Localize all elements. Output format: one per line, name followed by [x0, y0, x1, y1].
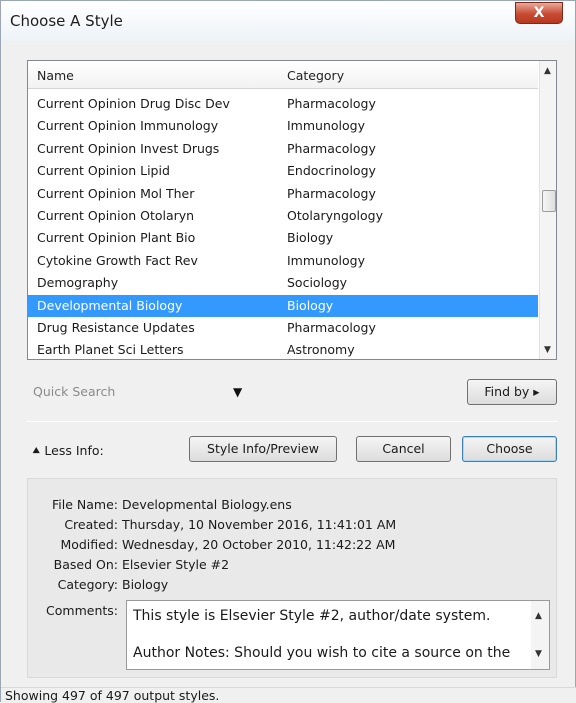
- style-name: Developmental Biology: [37, 297, 183, 313]
- comments-scrollbar[interactable]: ▲ ▼: [531, 601, 549, 669]
- style-name: Current Opinion Immunology: [37, 118, 219, 134]
- style-category: Pharmacology: [287, 185, 376, 201]
- modified-value: Wednesday, 20 October 2010, 11:42:22 AM: [122, 537, 396, 552]
- list-item[interactable]: Current Opinion Plant Bio Biology: [28, 227, 538, 249]
- scroll-down-icon[interactable]: ▼: [535, 649, 542, 659]
- close-icon: X: [533, 5, 545, 21]
- style-name: Current Opinion Mol Ther: [37, 185, 195, 201]
- column-header-category[interactable]: Category: [287, 68, 344, 83]
- style-category: Immunology: [287, 252, 365, 268]
- style-category: Biology: [287, 297, 334, 313]
- list-rows: Current Opinion Drug Disc Dev Pharmacolog…: [28, 93, 538, 359]
- category-value: Biology: [122, 577, 169, 592]
- list-item[interactable]: Current Opinion Immunology Immunology: [28, 115, 538, 137]
- quick-search-input[interactable]: Quick Search: [33, 384, 115, 399]
- style-name: Cytokine Growth Fact Rev: [37, 252, 198, 268]
- choose-style-dialog: Choose A Style X Name Category Current O…: [0, 0, 576, 703]
- based-on-value: Elsevier Style #2: [122, 557, 230, 572]
- style-info-preview-button[interactable]: Style Info/Preview: [189, 436, 337, 462]
- style-category: Biology: [287, 230, 334, 246]
- comments-label: Comments:: [46, 603, 118, 618]
- style-name: Current Opinion Otolaryn: [37, 207, 195, 223]
- style-list[interactable]: Name Category Current Opinion Drug Disc …: [27, 60, 557, 360]
- list-item[interactable]: Current Opinion Mol Ther Pharmacology: [28, 183, 538, 205]
- find-by-button[interactable]: Find by ▸: [467, 379, 557, 405]
- comments-line: This style is Elsevier Style #2, author/…: [133, 608, 491, 624]
- close-button[interactable]: X: [515, 2, 563, 24]
- style-name: Drug Resistance Updates: [37, 319, 195, 335]
- quick-search-combo[interactable]: Quick Search ▼: [27, 379, 257, 405]
- list-item[interactable]: Developmental Biology Biology: [28, 294, 538, 317]
- modified-label: Modified:: [60, 537, 118, 552]
- based-on-label: Based On:: [53, 557, 118, 572]
- column-header-name[interactable]: Name: [37, 68, 74, 83]
- style-category: Endocrinology: [287, 163, 376, 179]
- list-item[interactable]: Current Opinion Drug Disc Dev Pharmacolog…: [28, 93, 538, 115]
- list-scrollbar[interactable]: ▲ ▼: [539, 61, 556, 359]
- style-name: Current Opinion Lipid: [37, 163, 170, 179]
- comments-line: Author Notes: Should you wish to cite a …: [133, 645, 511, 661]
- less-info-toggle[interactable]: ⯅ Less Info:: [31, 443, 104, 459]
- title-bar: Choose A Style X: [1, 1, 575, 41]
- style-name: Current Opinion Drug Disc Dev: [37, 96, 230, 111]
- list-item[interactable]: Current Opinion Lipid Endocrinology: [28, 160, 538, 182]
- arrow-up-icon: ⯅: [31, 444, 42, 459]
- list-item[interactable]: Cytokine Growth Fact Rev Immunology: [28, 250, 538, 272]
- file-name-value: Developmental Biology.ens: [122, 497, 292, 512]
- style-category: Pharmacology: [287, 319, 376, 335]
- category-label: Category:: [57, 577, 118, 592]
- dialog-title: Choose A Style: [10, 12, 123, 30]
- cancel-button[interactable]: Cancel: [356, 436, 451, 462]
- style-category: Immunology: [287, 118, 365, 134]
- style-name: Current Opinion Invest Drugs: [37, 140, 220, 156]
- status-bar: Showing 497 of 497 output styles.: [1, 687, 576, 703]
- chevron-down-icon[interactable]: ▼: [233, 385, 242, 399]
- list-item[interactable]: Drug Resistance Updates Pharmacology: [28, 317, 538, 339]
- comments-textbox[interactable]: This style is Elsevier Style #2, author/…: [126, 600, 550, 670]
- style-name: Demography: [37, 275, 119, 291]
- list-item[interactable]: Current Opinion Otolaryn Otolaryngology: [28, 205, 538, 227]
- style-info-panel: File Name: Developmental Biology.ens Cre…: [27, 478, 557, 678]
- created-value: Thursday, 10 November 2016, 11:41:01 AM: [122, 517, 397, 532]
- style-category: Astronomy: [287, 342, 355, 358]
- style-category: Otolaryngology: [287, 207, 384, 223]
- style-category: Pharmacology: [287, 96, 376, 111]
- list-item[interactable]: Earth Planet Sci Letters Astronomy: [28, 339, 538, 359]
- divider: [27, 421, 557, 422]
- scroll-up-icon[interactable]: ▲: [544, 66, 551, 76]
- scroll-up-icon[interactable]: ▲: [535, 611, 542, 621]
- style-category: Sociology: [287, 275, 348, 291]
- status-text: Showing 497 of 497 output styles.: [5, 688, 220, 703]
- choose-button[interactable]: Choose: [462, 436, 557, 462]
- scrollbar-thumb[interactable]: [542, 190, 556, 212]
- file-name-label: File Name:: [52, 497, 118, 512]
- list-item[interactable]: Current Opinion Invest Drugs Pharmacology: [28, 138, 538, 160]
- list-header: Name Category: [28, 61, 538, 89]
- style-name: Current Opinion Plant Bio: [37, 230, 196, 246]
- less-info-label: Less Info:: [44, 443, 104, 458]
- created-label: Created:: [64, 517, 118, 532]
- style-category: Pharmacology: [287, 140, 376, 156]
- scroll-down-icon[interactable]: ▼: [544, 345, 551, 355]
- style-name: Earth Planet Sci Letters: [37, 342, 184, 358]
- list-item[interactable]: Demography Sociology: [28, 272, 538, 294]
